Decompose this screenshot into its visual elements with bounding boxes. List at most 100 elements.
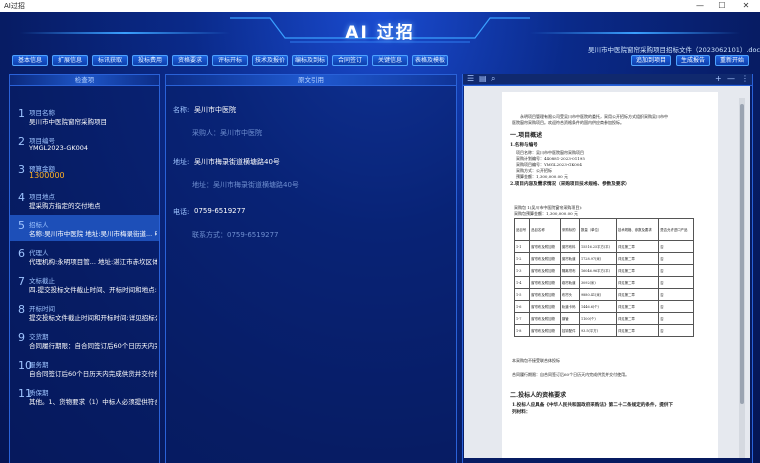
tab-contract[interactable]: 合同签订	[332, 55, 368, 66]
check-item[interactable]: 10 服务期 自合同签订后60个日历天内完成供货并交付使用。	[10, 355, 159, 381]
table-cell: 详见第二章	[615, 276, 660, 289]
table-cell: 否	[658, 252, 694, 265]
more-icon[interactable]: ⋮	[741, 74, 749, 84]
tab-key-info[interactable]: 关键信息	[372, 55, 408, 66]
source-quote-panel: 原文引用 名称: 吴川市中医院 采购人：吴川市中医院 地址: 吴川市梅录街道横塘…	[165, 74, 457, 463]
document-scrollbar[interactable]	[739, 98, 745, 458]
check-item-selected[interactable]: 5 招标人 名称:吴川市中医院 地址:吴川市梅录街道... 电话:07	[10, 215, 159, 241]
search-icon[interactable]: ⌕	[491, 74, 495, 84]
table-cell: 1-6	[513, 300, 531, 313]
table-cell: 16046.96平方(平)	[578, 264, 617, 277]
minimize-icon[interactable]: —	[690, 0, 710, 12]
window-title: AI过招	[4, 2, 25, 10]
procurement-table: 品目号 品目名称 采购标的 数量（单位） 技术规格、参数及要求 是否允许进口产品…	[513, 218, 694, 337]
check-item[interactable]: 8 开标时间 提交投标文件截止时间和开标时间:详见招标公告	[10, 299, 159, 325]
tab-templates[interactable]: 表格及模板	[412, 55, 448, 66]
menu-icon[interactable]: ☰	[467, 74, 474, 84]
zoom-in-icon[interactable]: +	[715, 74, 722, 84]
table-cell: 1-5	[513, 288, 531, 301]
table-header-cell: 数量（单位）	[578, 218, 617, 241]
table-cell: 窗帘布料	[559, 240, 580, 253]
check-item[interactable]: 11 质保期 其他。1、货物要求（1）中标人必须提供符合国家	[10, 383, 159, 409]
table-cell: 1-7	[513, 312, 531, 325]
item-number: 1	[18, 107, 25, 120]
scrollbar-thumb[interactable]	[740, 104, 744, 404]
panel-header-check-items: 检查项	[10, 75, 159, 86]
action-buttons: 追加到项目 生成报告 重新开始	[631, 55, 750, 66]
item-number: 2	[18, 135, 25, 148]
header-deco-right	[530, 32, 740, 34]
doc-intro: 医院窗帘采购项目。欢迎符合资格条件的国内供应商参加投标。	[512, 120, 624, 125]
table-cell: 窗帘布及附加物	[529, 300, 561, 313]
table-cell: 钢管	[559, 312, 580, 325]
table-row: 1-3 窗帘布及附加物 隔离帘布 16046.96平方(平) 详见第二章否	[513, 264, 694, 277]
context-key: 电话:	[173, 208, 190, 216]
context-key: 名称:	[173, 106, 190, 114]
tab-basic-info[interactable]: 基本信息	[12, 55, 48, 66]
check-item[interactable]: 9 交货期 合同履行期限：自合同签订后60个日历天内完成供	[10, 327, 159, 353]
budget-amount: 1300000	[29, 171, 65, 180]
table-cell: 否	[658, 264, 694, 277]
tab-qualification[interactable]: 资格要求	[172, 55, 208, 66]
check-item[interactable]: 2 项目编号 YMGL2023-GK004	[10, 131, 159, 157]
table-cell: 1-1	[513, 240, 531, 253]
doc-subheading: 1.名称与编号	[510, 143, 538, 148]
table-cell: 1-3	[513, 264, 531, 277]
restart-button[interactable]: 重新开始	[715, 55, 750, 66]
tab-tech-quote[interactable]: 技术及报价	[252, 55, 288, 66]
tab-evaluation[interactable]: 评标开标	[212, 55, 248, 66]
panel-header-source-quote: 原文引用	[166, 75, 456, 86]
context-source: 采购人：吴川市中医院	[192, 129, 262, 137]
item-number: 9	[18, 331, 25, 344]
table-cell: 窗帘布及附加物	[529, 252, 561, 265]
tab-bid-acquisition[interactable]: 标讯获取	[92, 55, 128, 66]
check-item[interactable]: 7 文标截止 四.提交投标文件截止时间、开标时间和地点:	[10, 271, 159, 297]
item-value: YMGL2023-GK004	[29, 144, 89, 152]
table-cell: 1-4	[513, 276, 531, 289]
table-cell: 否	[658, 240, 694, 253]
table-cell: 1446.6(个)	[578, 300, 617, 313]
table-cell: 窗帘布及附加物	[529, 276, 561, 289]
document-toolbar: ☰ ▤ ⌕ + — ⋮	[463, 74, 752, 84]
maximize-icon[interactable]: ☐	[712, 0, 732, 12]
tab-bid-submission[interactable]: 编标及到标	[292, 55, 328, 66]
table-cell: 窗帘布及附加物	[529, 288, 561, 301]
app-stage: AI 过招 吴川市中医院窗帘采购项目招标文件（2023062101）.docx …	[0, 12, 760, 463]
check-item[interactable]: 4 项目地点 提采购方指定的交付地点	[10, 187, 159, 213]
item-number: 6	[18, 247, 25, 260]
item-number: 3	[18, 163, 25, 176]
item-value: 四.提交投标文件截止时间、开标时间和地点:	[29, 286, 157, 294]
table-cell: 详见第二章	[615, 324, 660, 337]
header-title-frame: AI 过招	[230, 14, 530, 48]
item-number: 7	[18, 275, 25, 288]
table-cell: 窗帘轨道	[559, 252, 580, 265]
zoom-out-icon[interactable]: —	[727, 74, 735, 84]
table-header-cell: 采购标的	[559, 218, 580, 241]
check-item[interactable]: 6 代理人 代理机构:永明项目管... 地址:湛江市赤坎区体... 电话	[10, 243, 159, 269]
doc-subheading: 列材料：	[512, 410, 531, 415]
tab-bid-fees[interactable]: 投标费用	[132, 55, 168, 66]
document-viewer[interactable]: 永明项目管理有限公司受吴川市中医院的委托，采用公开招标方式组织采购吴川市中 医院…	[464, 86, 750, 458]
item-number: 4	[18, 191, 25, 204]
table-cell: 1100(个)	[578, 312, 617, 325]
tab-extended-info[interactable]: 扩展信息	[52, 55, 88, 66]
add-to-project-button[interactable]: 追加到项目	[631, 55, 672, 66]
table-cell: 3092(米)	[578, 276, 617, 289]
nav-tabs: 基本信息 扩展信息 标讯获取 投标费用 资格要求 评标开标 技术及报价 编标及到…	[12, 55, 448, 66]
check-item[interactable]: 1 项目名称 吴川市中医院窗帘采购项目	[10, 103, 159, 129]
list-icon[interactable]: ▤	[479, 74, 487, 84]
table-cell: 否	[658, 288, 694, 301]
table-row: 1-4 窗帘布及附加物 卷帘轨道 3092(米) 详见第二章否	[513, 276, 694, 289]
close-icon[interactable]: ✕	[736, 0, 756, 12]
item-value: 其他。1、货物要求（1）中标人必须提供符合国家	[29, 398, 157, 406]
doc-line: 合同履行期限：自合同签订后60个日历天内完成供货并交付使用。	[512, 372, 630, 377]
table-cell: 详见第二章	[615, 300, 660, 313]
generate-report-button[interactable]: 生成报告	[676, 55, 711, 66]
table-cell: 隔离帘布	[559, 264, 580, 277]
table-cell: 挂钩配件	[559, 324, 580, 337]
table-cell: 详见第二章	[615, 288, 660, 301]
table-cell: 窗帘布及附加物	[529, 324, 561, 337]
table-cell: 否	[658, 312, 694, 325]
window-title-bar: AI过招 — ☐ ✕	[0, 0, 760, 12]
check-item[interactable]: 3 预算金额 1300000	[10, 159, 159, 185]
